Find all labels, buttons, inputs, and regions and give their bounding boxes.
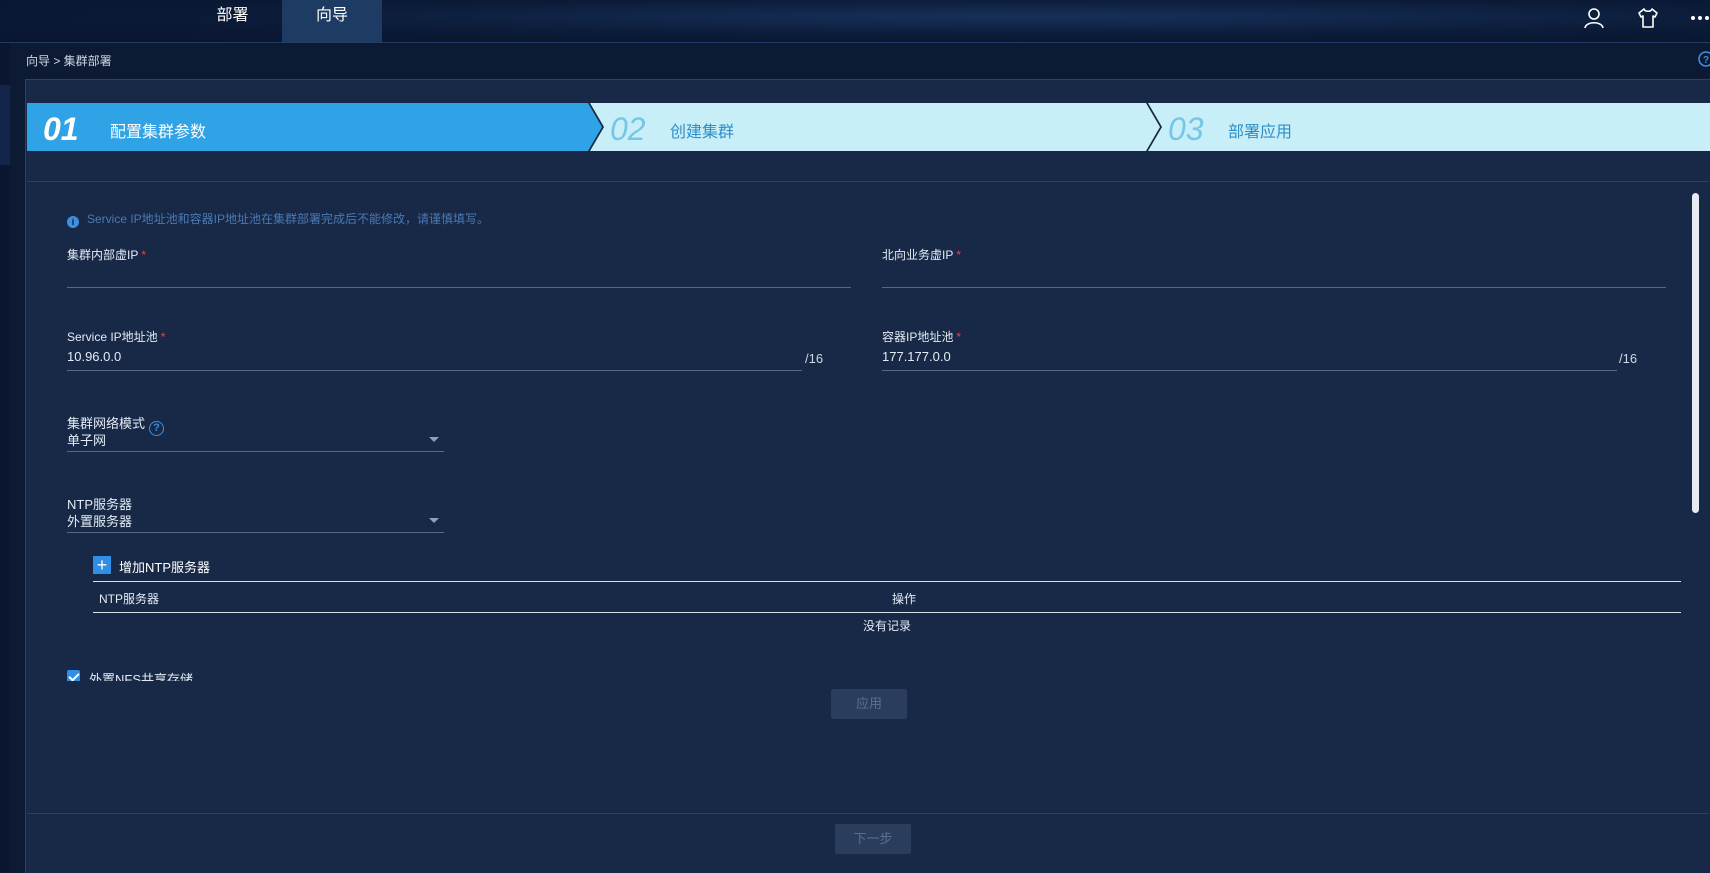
step-2: 02 创建集群 (590, 103, 1146, 151)
cluster-vip-underline (67, 287, 851, 288)
nfs-checkbox-label: 外置NFS共享存储 (89, 672, 194, 681)
network-mode-select[interactable]: 单子网 (67, 430, 443, 450)
required-mark: * (956, 330, 962, 344)
required-mark: * (956, 248, 962, 262)
add-ntp-label: 增加NTP服务器 (119, 560, 211, 575)
service-pool-input[interactable]: 10.96.0.0 (67, 349, 121, 364)
notice-message: i Service IP地址池和容器IP地址池在集群部署完成后不能修改，请谨慎填写… (67, 210, 489, 228)
nfs-checkbox[interactable]: 外置NFS共享存储 (67, 669, 267, 681)
step-1: 01 配置集群参数 (27, 103, 587, 151)
north-vip-label: 北向业务虚IP * (882, 246, 961, 263)
cluster-vip-label-text: 集群内部虚IP (67, 248, 139, 262)
more-icon[interactable] (1690, 6, 1710, 30)
ntp-mode-select[interactable]: 外置服务器 (67, 511, 443, 531)
step-2-number: 02 (610, 111, 646, 147)
tab-deploy[interactable]: 部署 (190, 0, 275, 42)
chevron-down-icon[interactable] (429, 518, 439, 523)
network-mode-underline (67, 451, 444, 452)
step-3-number: 03 (1168, 111, 1204, 147)
info-icon: i (67, 216, 79, 228)
chevron-down-icon[interactable] (429, 437, 439, 442)
service-pool-label-text: Service IP地址池 (67, 330, 158, 344)
left-collapsed-sidebar (0, 43, 10, 872)
container-pool-input[interactable]: 177.177.0.0 (882, 349, 951, 364)
scrollbar[interactable] (1692, 193, 1699, 513)
required-mark: * (160, 330, 166, 344)
column-header-actions: 操作 (892, 592, 917, 606)
svg-text:?: ? (1703, 55, 1709, 66)
step-1-label: 配置集群参数 (110, 124, 207, 141)
required-mark: * (141, 248, 147, 262)
service-pool-underline (67, 370, 802, 371)
empty-state: 没有记录 (862, 619, 911, 633)
wizard-steps: 01 配置集群参数 02 创建集群 03 部署应用 (27, 103, 1710, 151)
container-pool-label-text: 容器IP地址池 (882, 330, 954, 344)
container-pool-suffix: /16 (1619, 351, 1638, 366)
user-icon[interactable] (1582, 6, 1606, 30)
cluster-vip-input[interactable] (67, 264, 851, 286)
sidebar-highlight (0, 85, 10, 165)
theme-shirt-icon[interactable] (1636, 6, 1660, 30)
cluster-vip-label: 集群内部虚IP * (67, 246, 146, 263)
notice-text: Service IP地址池和容器IP地址池在集群部署完成后不能修改，请谨慎填写。 (87, 212, 490, 226)
north-vip-input[interactable] (882, 264, 1666, 286)
plus-icon: + (93, 556, 111, 574)
breadcrumb: 向导 > 集群部署 (26, 54, 112, 68)
service-pool-label: Service IP地址池 * (67, 328, 165, 345)
ntp-mode-underline (67, 532, 444, 533)
container-pool-underline (882, 370, 1617, 371)
north-vip-underline (882, 287, 1666, 288)
help-icon[interactable]: ? (1694, 50, 1710, 68)
network-mode-label-text: 集群网络模式 (67, 416, 146, 431)
apply-button[interactable]: 应用 (831, 689, 907, 719)
container-pool-label: 容器IP地址池 * (882, 328, 961, 345)
checkbox-checked-icon[interactable] (67, 670, 80, 681)
footer-divider (27, 813, 1708, 814)
service-pool-suffix: /16 (805, 351, 824, 366)
step-3: 03 部署应用 (1148, 103, 1708, 151)
next-step-button[interactable]: 下一步 (835, 824, 911, 854)
step-3-label: 部署应用 (1228, 124, 1293, 141)
top-navigation-bar: 部署 向导 (0, 0, 1710, 43)
table-header: NTP服务器 操作 (93, 581, 1681, 613)
step-2-label: 创建集群 (670, 124, 735, 141)
column-header-ntp-server: NTP服务器 (99, 592, 160, 606)
tab-wizard[interactable]: 向导 (282, 0, 382, 42)
north-vip-label-text: 北向业务虚IP (882, 248, 954, 262)
step-1-number: 01 (43, 111, 79, 147)
